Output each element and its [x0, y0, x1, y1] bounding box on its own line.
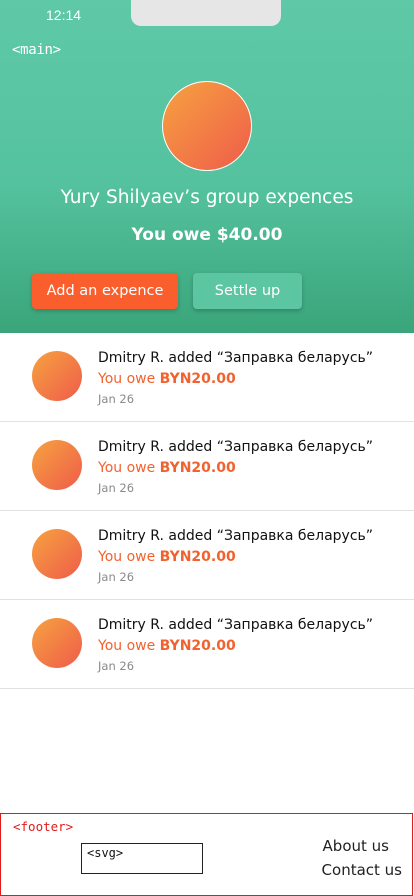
activity-action: added: [168, 350, 213, 366]
activity-action: added: [168, 617, 213, 633]
activity-user: Dmitry R.: [98, 617, 164, 633]
activity-user: Dmitry R.: [98, 439, 164, 455]
list-item[interactable]: Dmitry R. added “Заправка беларусь” You …: [0, 511, 414, 600]
group-avatar: [162, 81, 252, 171]
avatar: [32, 529, 82, 579]
avatar: [32, 618, 82, 668]
owe-label: You owe: [98, 460, 156, 476]
activity-date: Jan 26: [98, 392, 135, 406]
avatar: [32, 440, 82, 490]
settle-up-button[interactable]: Settle up: [193, 273, 302, 309]
owe-label: You owe: [98, 371, 156, 387]
activity-owe: You owe BYN20.00: [98, 549, 236, 565]
about-us-link[interactable]: About us: [323, 837, 389, 855]
activity-list: Dmitry R. added “Заправка беларусь” You …: [0, 333, 414, 689]
group-title: Yury Shilyaev’s group expences: [60, 187, 354, 208]
activity-date: Jan 26: [98, 570, 135, 584]
activity-owe: You owe BYN20.00: [98, 638, 236, 654]
owe-amount: BYN20.00: [159, 460, 236, 476]
activity-date: Jan 26: [98, 481, 135, 495]
device-notch: [131, 0, 281, 26]
footer-logo-placeholder: <svg>: [81, 843, 203, 874]
footer: <footer> <svg> About us Contact us: [0, 813, 413, 896]
activity-item: “Заправка беларусь”: [216, 439, 374, 455]
activity-action: added: [168, 528, 213, 544]
avatar: [32, 351, 82, 401]
activity-text: Dmitry R. added “Заправка беларусь”: [98, 617, 373, 633]
group-header: 12:14 <main> Yury Shilyaev’s group expen…: [0, 0, 414, 333]
footer-debug-label: <footer>: [13, 819, 74, 834]
list-item[interactable]: Dmitry R. added “Заправка беларусь” You …: [0, 600, 414, 689]
activity-user: Dmitry R.: [98, 528, 164, 544]
main-debug-label: <main>: [12, 42, 61, 58]
group-balance: You owe $40.00: [131, 225, 283, 245]
activity-text: Dmitry R. added “Заправка беларусь”: [98, 439, 373, 455]
activity-user: Dmitry R.: [98, 350, 164, 366]
activity-owe: You owe BYN20.00: [98, 460, 236, 476]
contact-us-link[interactable]: Contact us: [322, 861, 402, 879]
activity-action: added: [168, 439, 213, 455]
owe-label: You owe: [98, 549, 156, 565]
owe-label: You owe: [98, 638, 156, 654]
list-item[interactable]: Dmitry R. added “Заправка беларусь” You …: [0, 333, 414, 422]
list-item[interactable]: Dmitry R. added “Заправка беларусь” You …: [0, 422, 414, 511]
activity-item: “Заправка беларусь”: [216, 350, 374, 366]
activity-item: “Заправка беларусь”: [216, 617, 374, 633]
activity-text: Dmitry R. added “Заправка беларусь”: [98, 528, 373, 544]
owe-amount: BYN20.00: [159, 371, 236, 387]
status-time: 12:14: [46, 7, 82, 23]
owe-amount: BYN20.00: [159, 638, 236, 654]
activity-owe: You owe BYN20.00: [98, 371, 236, 387]
activity-date: Jan 26: [98, 659, 135, 673]
activity-item: “Заправка беларусь”: [216, 528, 374, 544]
activity-text: Dmitry R. added “Заправка беларусь”: [98, 350, 373, 366]
owe-amount: BYN20.00: [159, 549, 236, 565]
add-expense-button[interactable]: Add an expence: [32, 273, 178, 309]
